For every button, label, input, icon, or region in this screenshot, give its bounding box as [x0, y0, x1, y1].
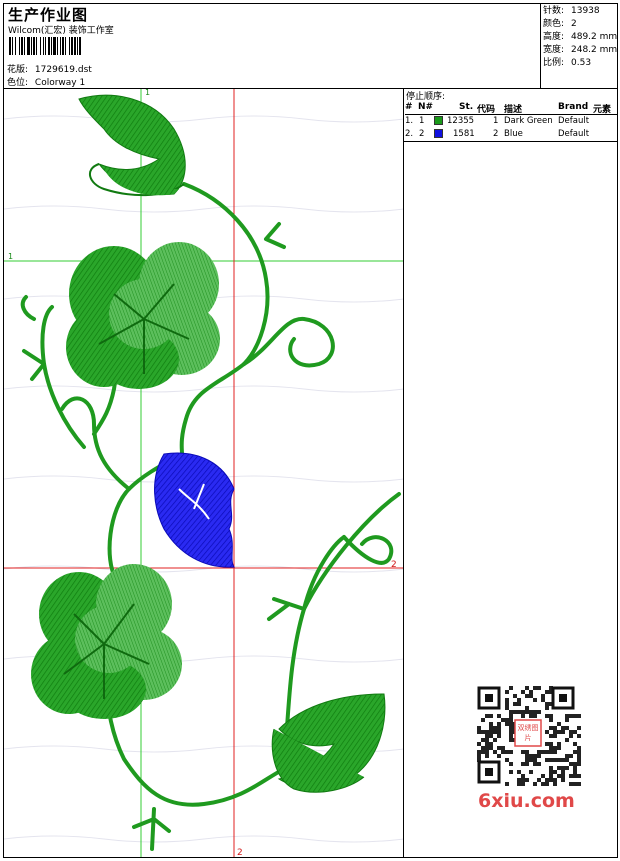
flower-lower — [31, 564, 182, 719]
design-info: 花版: 1729619.dst — [7, 62, 92, 75]
leaf-blue — [154, 452, 235, 568]
color-swatch — [434, 129, 443, 138]
panel-divider — [403, 88, 404, 858]
design-label: 花版: — [7, 65, 29, 75]
design-canvas[interactable]: 1 1 2 2 — [4, 89, 403, 857]
barcode — [9, 37, 139, 55]
watermark-text: 6xiu.com — [478, 790, 575, 812]
stat-width: 宽度: 248.2 mm — [543, 45, 618, 55]
colorway-info: 色位: Colorway 1 — [7, 75, 85, 88]
embroidery-preview: 1 1 2 2 — [4, 89, 403, 857]
flower-upper — [66, 242, 220, 389]
design-value: 1729619.dst — [34, 65, 92, 75]
col-stitches: St. — [459, 102, 474, 112]
stat-stitches: 针数: 13938 — [543, 6, 600, 16]
page-title: 生产作业图 — [8, 6, 89, 24]
col-hash: # — [405, 102, 413, 112]
colorway-value: Colorway 1 — [34, 78, 86, 88]
stat-height: 高度: 489.2 mm — [543, 32, 618, 42]
guide-label-v2: 2 — [237, 848, 243, 857]
stop-table-divider — [403, 141, 618, 142]
stats-divider — [540, 3, 541, 89]
leaf-top — [78, 94, 186, 197]
guide-label-h2: 2 — [391, 560, 397, 570]
col-brand: Brand — [558, 102, 589, 112]
col-n: N# — [418, 102, 434, 112]
stats-panel: 针数: 13938 颜色: 2 高度: 489.2 mm 宽度: 248.2 mm 比例… — [543, 5, 617, 70]
studio-subtitle: Wilcom(汇宏) 装饰工作室 — [8, 26, 114, 36]
color-swatch — [434, 116, 443, 125]
table-header-underline — [405, 114, 617, 115]
guide-label-v1: 1 — [145, 89, 150, 97]
colorway-label: 色位: — [7, 78, 29, 88]
guide-label-h1: 1 — [8, 252, 13, 261]
stat-scale: 比例: 0.53 — [543, 58, 592, 68]
stop-sequence-title: 停止顺序: — [406, 92, 446, 102]
stat-colors: 颜色: 2 — [543, 19, 577, 29]
qr-center-text: 双绣图片 — [517, 724, 539, 742]
